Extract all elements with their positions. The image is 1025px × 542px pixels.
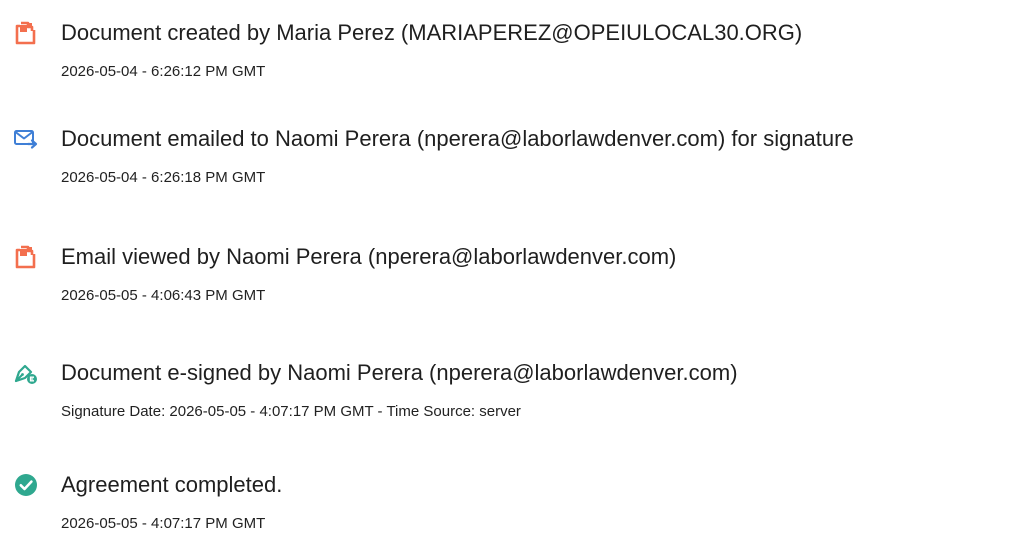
audit-event-emailed: Document emailed to Naomi Perera (nperer… bbox=[0, 116, 1025, 196]
audit-event-completed: Agreement completed. 2026-05-05 - 4:07:1… bbox=[0, 462, 1025, 542]
event-timestamp: 2026-05-04 - 6:26:18 PM GMT bbox=[61, 169, 266, 186]
audit-event-viewed: Email viewed by Naomi Perera (nperera@la… bbox=[0, 234, 1025, 314]
event-title: Document e-signed by Naomi Perera (npere… bbox=[61, 360, 738, 385]
event-title: Agreement completed. bbox=[61, 472, 283, 497]
email-sent-icon bbox=[14, 127, 38, 151]
event-signature-date: Signature Date: 2026-05-05 - 4:07:17 PM … bbox=[61, 403, 521, 420]
audit-event-signed: Document e-signed by Naomi Perera (npere… bbox=[0, 350, 1025, 430]
event-timestamp: 2026-05-05 - 4:06:43 PM GMT bbox=[61, 287, 266, 304]
event-title: Email viewed by Naomi Perera (nperera@la… bbox=[61, 244, 677, 269]
event-timestamp: 2026-05-05 - 4:07:17 PM GMT bbox=[61, 515, 266, 532]
e-signature-icon bbox=[14, 361, 38, 385]
document-icon bbox=[14, 21, 38, 45]
document-icon bbox=[14, 245, 38, 269]
event-title: Document created by Maria Perez (MARIAPE… bbox=[61, 20, 803, 45]
audit-event-created: Document created by Maria Perez (MARIAPE… bbox=[0, 10, 1025, 90]
checkmark-circle-icon bbox=[14, 473, 38, 497]
event-title: Document emailed to Naomi Perera (nperer… bbox=[61, 126, 854, 151]
event-timestamp: 2026-05-04 - 6:26:12 PM GMT bbox=[61, 63, 266, 80]
